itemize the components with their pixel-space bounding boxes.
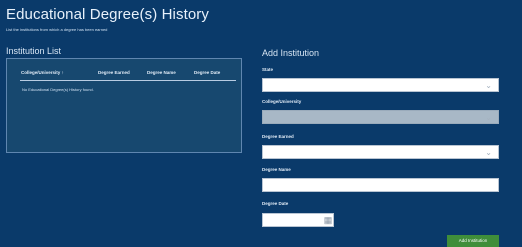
degree-name-label: Degree Name <box>262 167 291 172</box>
state-select[interactable]: ⌄ <box>262 78 499 92</box>
page-subtitle: List the institutions from which a degre… <box>6 27 108 32</box>
column-degree-name[interactable]: Degree Name <box>147 70 176 75</box>
degree-earned-label: Degree Earned <box>262 134 294 139</box>
institution-list-title: Institution List <box>6 46 62 56</box>
chevron-down-icon: ⌄ <box>485 81 492 90</box>
empty-list-message: No Educational Degree(s) History found. <box>22 87 94 92</box>
column-degree-date[interactable]: Degree Date <box>194 70 220 75</box>
college-university-select[interactable]: ⌄ <box>262 110 499 124</box>
table-header-divider <box>20 80 236 81</box>
institution-list-panel: College/University ↑ Degree Earned Degre… <box>6 58 242 153</box>
chevron-down-icon: ⌄ <box>485 148 492 157</box>
state-label: State <box>262 67 274 72</box>
add-institution-title: Add Institution <box>262 48 320 58</box>
degree-date-input[interactable]: ▦ <box>262 213 334 227</box>
institution-table-header: College/University ↑ Degree Earned Degre… <box>21 70 235 79</box>
calendar-icon[interactable]: ▦ <box>322 213 334 227</box>
add-institution-button[interactable]: Add Institution <box>447 235 499 247</box>
page-title: Educational Degree(s) History <box>6 6 209 23</box>
column-college-university[interactable]: College/University ↑ <box>21 70 64 75</box>
column-degree-earned[interactable]: Degree Earned <box>98 70 130 75</box>
degree-name-input[interactable] <box>262 178 499 192</box>
degree-earned-select[interactable]: ⌄ <box>262 145 499 159</box>
degree-date-label: Degree Date <box>262 201 289 206</box>
college-university-label: College/University <box>262 99 302 104</box>
chevron-down-icon: ⌄ <box>485 113 492 122</box>
